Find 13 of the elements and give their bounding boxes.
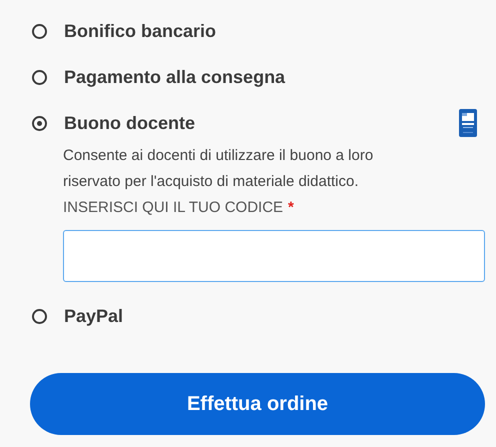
payment-option-label[interactable]: Pagamento alla consegna bbox=[64, 66, 286, 88]
required-mark: * bbox=[288, 199, 294, 216]
payment-option-label[interactable]: PayPal bbox=[64, 306, 124, 326]
field-label: INSERISCI QUI IL TUO CODICE bbox=[63, 199, 284, 216]
radio-button[interactable] bbox=[32, 308, 47, 324]
payment-option-label[interactable]: Bonifico bancario bbox=[64, 20, 216, 42]
radio-button[interactable] bbox=[32, 70, 47, 84]
radio-button[interactable] bbox=[32, 24, 47, 38]
code-input-field[interactable] bbox=[63, 230, 485, 282]
description-text: Consente ai docenti di utilizzare il buono a loro riservato per l'acquisto di materiale didattico. bbox=[63, 146, 374, 192]
submit-order-button[interactable]: Effettua ordine bbox=[30, 373, 485, 435]
radio-button[interactable] bbox=[32, 116, 47, 130]
payment-option-label[interactable]: Buono docente bbox=[64, 112, 195, 134]
